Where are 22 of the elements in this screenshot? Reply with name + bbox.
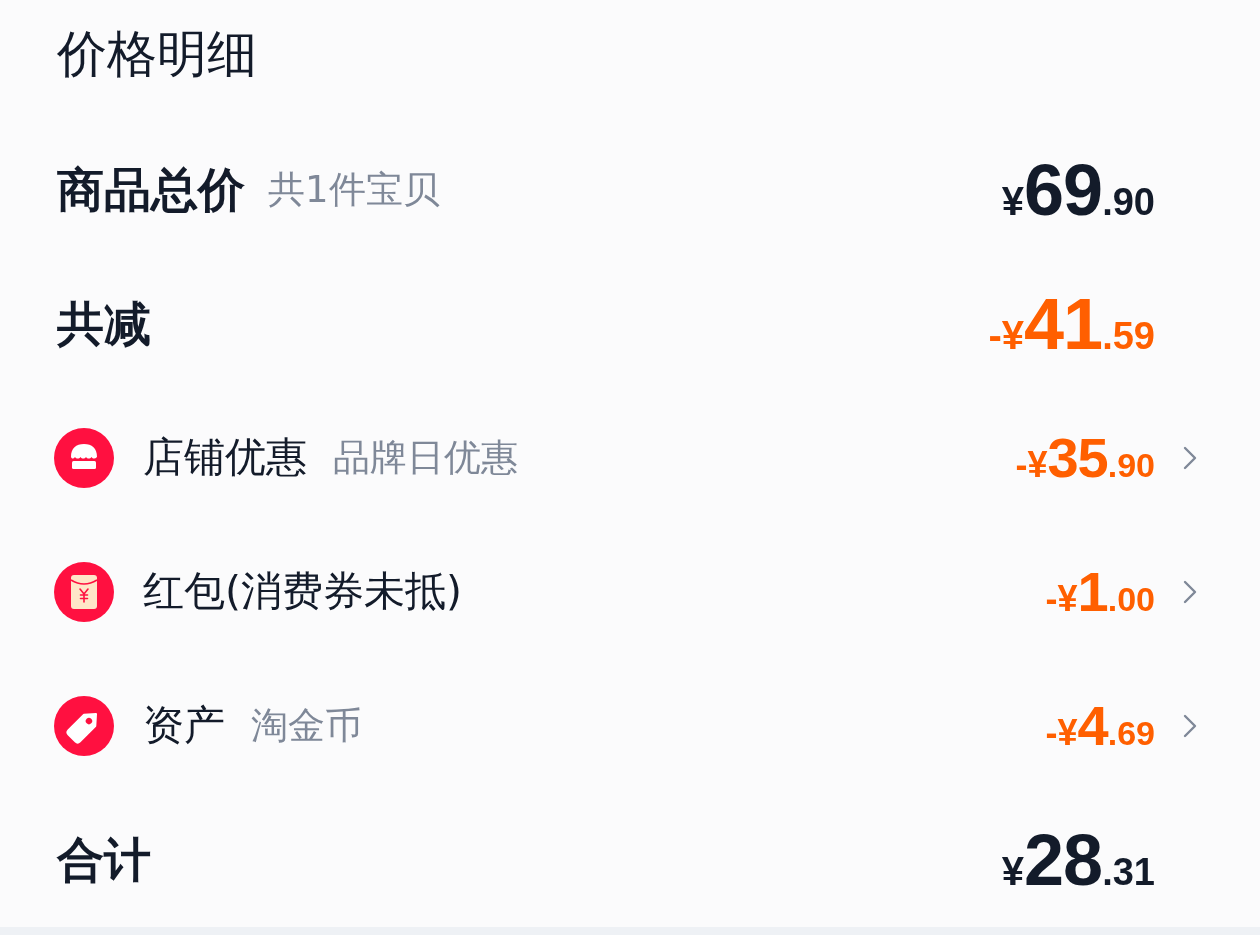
price-label: 合计 [57, 831, 151, 889]
chevron-right-icon[interactable] [1183, 580, 1197, 604]
price-label: 商品总价 [57, 161, 245, 219]
section-title: 价格明细 [57, 27, 257, 82]
price-label: 店铺优惠 [143, 433, 307, 483]
price-note: 淘金币 [251, 703, 362, 749]
price-label: 红包(消费券未抵) [143, 567, 462, 617]
price-amount: -¥1.00 [1045, 564, 1155, 620]
price-amount: ¥28.31 [1001, 824, 1155, 896]
price-label: 资产 [143, 701, 225, 751]
price-note: 品牌日优惠 [333, 435, 518, 481]
price-amount: ¥69.90 [1001, 154, 1155, 226]
price-amount: -¥4.69 [1045, 698, 1155, 754]
price-tag-icon [54, 696, 114, 756]
price-label: 共减 [57, 295, 151, 353]
price-note: 共1件宝贝 [268, 167, 440, 213]
price-amount: -¥35.90 [1015, 430, 1155, 486]
envelope-icon [54, 562, 114, 622]
chevron-right-icon[interactable] [1183, 714, 1197, 738]
chevron-right-icon[interactable] [1183, 446, 1197, 470]
price-amount: -¥41.59 [988, 288, 1155, 360]
storefront-icon [54, 428, 114, 488]
